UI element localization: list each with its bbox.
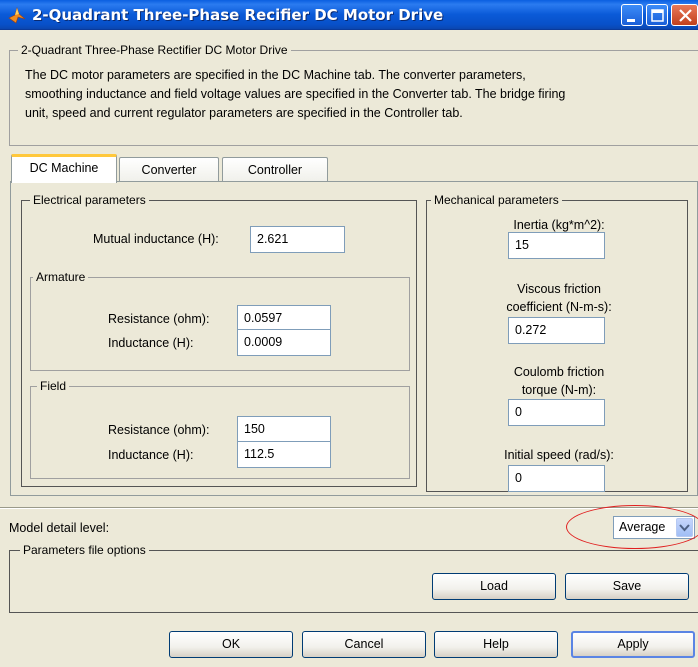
- field-resistance-field[interactable]: 150: [237, 416, 331, 443]
- coulomb-friction-label: Coulomb friction: [513, 365, 605, 379]
- model-detail-label: Model detail level:: [9, 521, 110, 535]
- tab-dc-machine[interactable]: DC Machine: [11, 154, 117, 183]
- electrical-parameters-title: Electrical parameters: [30, 193, 149, 207]
- initial-speed-field[interactable]: 0: [508, 465, 605, 492]
- description-line: smoothing inductance and field voltage v…: [25, 87, 566, 101]
- armature-inductance-field[interactable]: 0.0009: [237, 329, 331, 356]
- viscous-friction-label: Viscous friction: [517, 282, 601, 296]
- field-inductance-label: Inductance (H):: [108, 448, 194, 462]
- armature-group: Armature: [30, 270, 410, 371]
- coulomb-friction-field[interactable]: 0: [508, 399, 605, 426]
- window-title: 2-Quadrant Three-Phase Recifier DC Motor…: [32, 6, 444, 24]
- description-line: unit, speed and current regulator parame…: [25, 106, 463, 120]
- coulomb-friction-label: torque (N-m):: [521, 383, 597, 397]
- description-text: The DC motor parameters are specified in…: [25, 66, 665, 123]
- close-button[interactable]: [671, 4, 698, 26]
- field-inductance-field[interactable]: 112.5: [237, 441, 331, 468]
- field-resistance-label: Resistance (ohm):: [108, 423, 210, 437]
- apply-button[interactable]: Apply: [571, 631, 695, 658]
- armature-title: Armature: [33, 270, 89, 284]
- ok-button[interactable]: OK: [169, 631, 293, 658]
- inertia-field[interactable]: 15: [508, 232, 605, 259]
- field-group: Field: [30, 379, 410, 479]
- inertia-label: Inertia (kg*m^2):: [513, 218, 605, 232]
- armature-resistance-field[interactable]: 0.0597: [237, 305, 331, 332]
- description-line: The DC motor parameters are specified in…: [25, 68, 526, 82]
- initial-speed-label: Initial speed (rad/s):: [504, 448, 614, 462]
- chevron-down-icon[interactable]: [676, 518, 693, 537]
- mutual-inductance-field[interactable]: 2.621: [250, 226, 345, 253]
- armature-inductance-label: Inductance (H):: [108, 336, 194, 350]
- help-button[interactable]: Help: [434, 631, 558, 658]
- description-group-title: 2-Quadrant Three-Phase Rectifier DC Moto…: [18, 43, 291, 57]
- load-button[interactable]: Load: [432, 573, 556, 600]
- model-detail-select[interactable]: Average: [613, 516, 695, 539]
- tab-converter[interactable]: Converter: [119, 157, 219, 182]
- model-detail-value: Average: [619, 520, 666, 534]
- minimize-button[interactable]: [621, 4, 643, 26]
- title-bar[interactable]: 2-Quadrant Three-Phase Recifier DC Motor…: [0, 0, 698, 30]
- maximize-button[interactable]: [646, 4, 668, 26]
- field-title: Field: [37, 379, 70, 393]
- matlab-logo-icon: [8, 6, 26, 24]
- viscous-friction-label: coefficient (N-m-s):: [506, 300, 612, 314]
- mechanical-parameters-title: Mechanical parameters: [431, 193, 562, 207]
- save-button[interactable]: Save: [565, 573, 689, 600]
- cancel-button[interactable]: Cancel: [302, 631, 426, 658]
- dialog-window: 2-Quadrant Three-Phase Recifier DC Motor…: [0, 0, 698, 667]
- tab-controller[interactable]: Controller: [222, 157, 328, 182]
- viscous-friction-field[interactable]: 0.272: [508, 317, 605, 344]
- parameters-file-options-title: Parameters file options: [20, 543, 149, 557]
- separator: [0, 507, 698, 509]
- armature-resistance-label: Resistance (ohm):: [108, 312, 210, 326]
- mutual-inductance-label: Mutual inductance (H):: [93, 232, 219, 246]
